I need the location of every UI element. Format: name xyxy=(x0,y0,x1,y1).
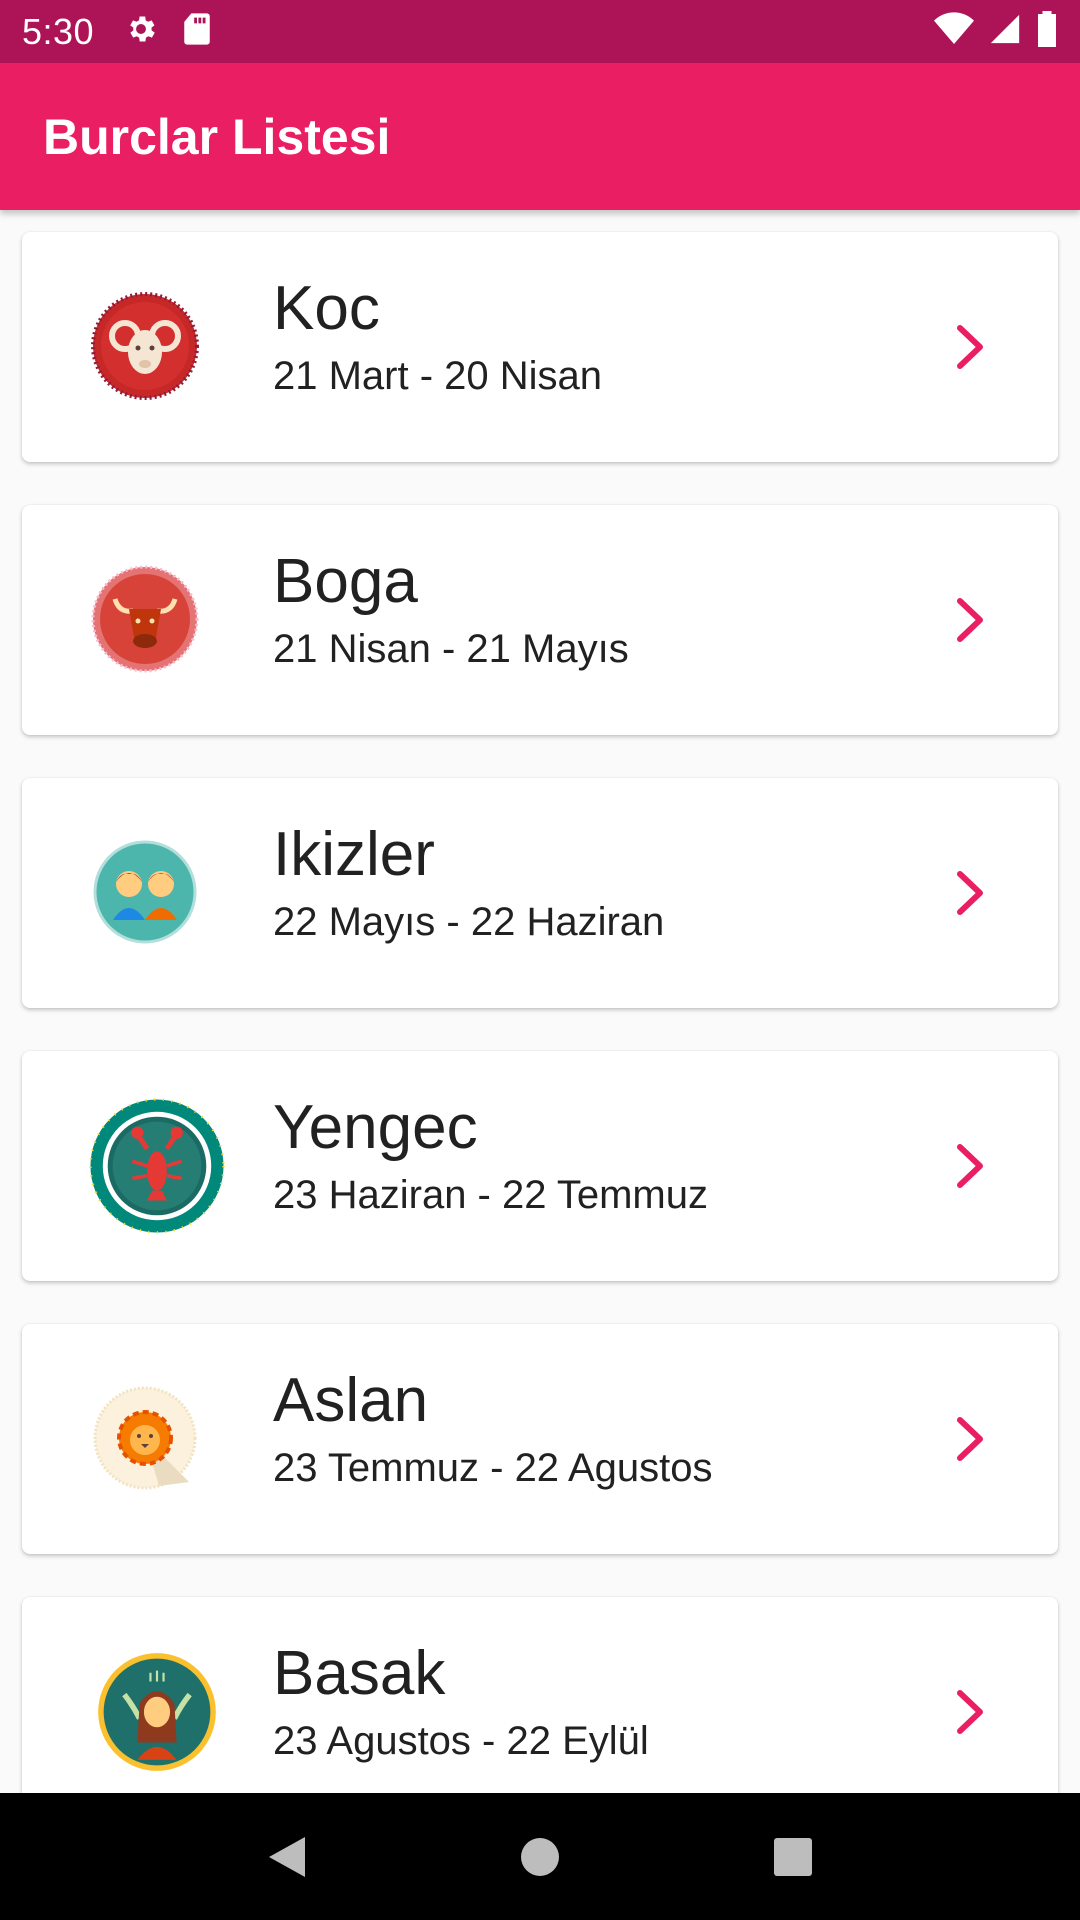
zodiac-card-ikizler[interactable]: Ikizler 22 Mayıs - 22 Haziran xyxy=(22,778,1058,1008)
zodiac-dates: 21 Mart - 20 Nisan xyxy=(273,354,603,398)
cancer-crab-icon xyxy=(88,1097,226,1235)
zodiac-dates: 23 Agustos - 22 Eylül xyxy=(273,1719,649,1763)
zodiac-name: Yengec xyxy=(273,1093,478,1162)
zodiac-list[interactable]: Koc 21 Mart - 20 Nisan Boga 21 Nisan - 2… xyxy=(0,210,1080,1793)
app-bar: Burclar Listesi xyxy=(0,63,1080,210)
status-time: 5:30 xyxy=(22,10,95,52)
zodiac-dates: 23 Haziran - 22 Temmuz xyxy=(273,1173,708,1217)
zodiac-name: Aslan xyxy=(273,1366,429,1435)
zodiac-card-koc[interactable]: Koc 21 Mart - 20 Nisan xyxy=(22,232,1058,462)
chevron-right-icon xyxy=(942,1139,996,1193)
gear-icon xyxy=(124,12,158,51)
zodiac-name: Koc xyxy=(273,274,380,343)
chevron-right-icon xyxy=(942,1412,996,1466)
zodiac-card-basak[interactable]: Basak 23 Agustos - 22 Eylül xyxy=(22,1597,1058,1793)
zodiac-dates: 23 Temmuz - 22 Agustos xyxy=(273,1446,713,1490)
zodiac-card-aslan[interactable]: Aslan 23 Temmuz - 22 Agustos xyxy=(22,1324,1058,1554)
status-bar: 5:30 xyxy=(0,0,1080,63)
gemini-twins-icon xyxy=(89,836,201,948)
app-bar-title: Burclar Listesi xyxy=(43,108,391,165)
zodiac-card-boga[interactable]: Boga 21 Nisan - 21 Mayıs xyxy=(22,505,1058,735)
zodiac-name: Boga xyxy=(273,547,418,616)
chevron-right-icon xyxy=(942,1685,996,1739)
recents-icon[interactable] xyxy=(763,1827,823,1887)
wifi-icon xyxy=(934,12,974,51)
chevron-right-icon xyxy=(942,320,996,374)
sd-card-icon xyxy=(182,12,212,51)
back-icon[interactable] xyxy=(257,1827,317,1887)
chevron-right-icon xyxy=(942,593,996,647)
taurus-bull-icon xyxy=(89,563,201,675)
zodiac-dates: 21 Nisan - 21 Mayıs xyxy=(273,627,629,671)
chevron-right-icon xyxy=(942,866,996,920)
battery-icon xyxy=(1036,11,1058,52)
zodiac-name: Basak xyxy=(273,1639,446,1708)
virgo-maiden-icon xyxy=(96,1651,218,1773)
navigation-bar xyxy=(0,1793,1080,1920)
signal-icon xyxy=(988,12,1022,51)
zodiac-card-yengec[interactable]: Yengec 23 Haziran - 22 Temmuz xyxy=(22,1051,1058,1281)
zodiac-dates: 22 Mayıs - 22 Haziran xyxy=(273,900,665,944)
aries-ram-icon xyxy=(89,290,201,402)
home-icon[interactable] xyxy=(510,1827,570,1887)
leo-lion-icon xyxy=(89,1382,201,1494)
zodiac-name: Ikizler xyxy=(273,820,435,889)
